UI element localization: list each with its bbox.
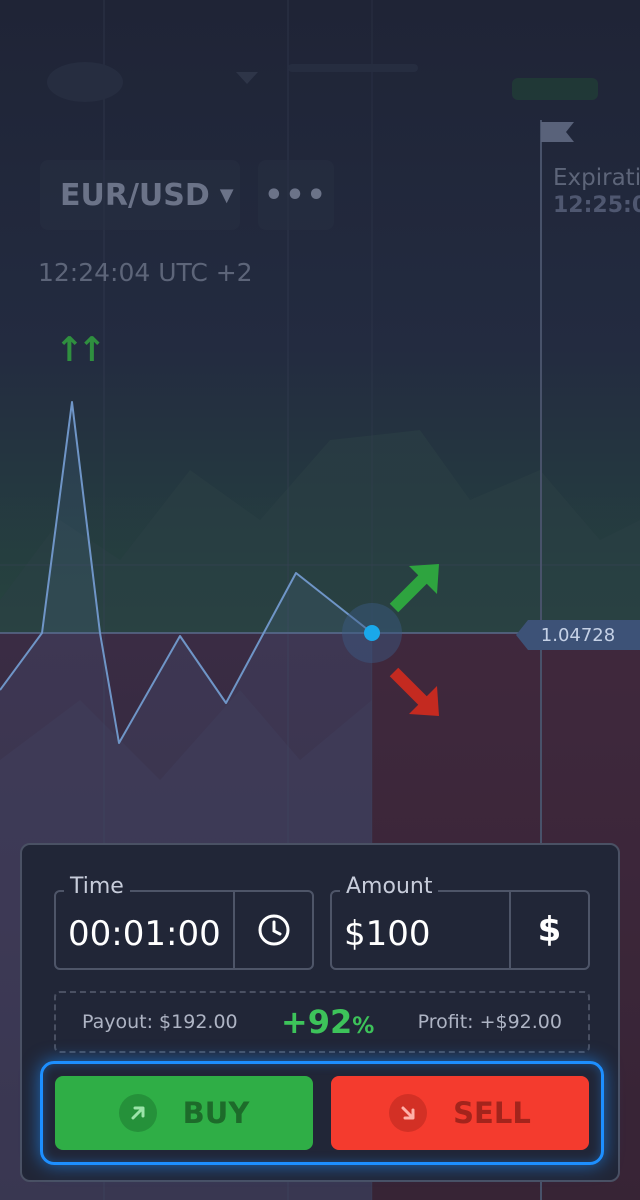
asset-selector[interactable]: EUR/USD ▼ (40, 160, 240, 230)
time-value[interactable]: 00:01:00 (68, 914, 221, 954)
expiration-time: 12:25:0 (553, 193, 640, 218)
payout-percentage: +92% (281, 1003, 374, 1041)
current-price-marker (364, 625, 380, 641)
dollar-icon[interactable]: $ (511, 892, 588, 968)
current-price-tag: 1.04728 (516, 620, 640, 650)
percent-sign: % (352, 1014, 375, 1039)
server-time: 12:24:04 UTC +2 (38, 258, 253, 287)
trade-actions: BUY SELL (40, 1061, 604, 1165)
more-options-button[interactable]: ••• (258, 160, 334, 230)
clock-icon[interactable] (235, 892, 312, 968)
profit-amount: Profit: +$92.00 (417, 1011, 562, 1033)
balance-placeholder (288, 64, 418, 72)
trade-panel: Time 00:01:00 Amount $100 $ Payout: $192… (20, 843, 620, 1182)
amount-field[interactable]: Amount $100 $ (330, 874, 590, 970)
asset-pair-label: EUR/USD (60, 177, 210, 213)
payout-summary: Payout: $192.00 +92% Profit: +$92.00 (54, 991, 590, 1053)
buy-button[interactable]: BUY (55, 1076, 313, 1150)
deposit-button (512, 78, 598, 100)
sell-button[interactable]: SELL (331, 1076, 589, 1150)
sell-button-label: SELL (453, 1096, 531, 1130)
time-field-label: Time (64, 874, 130, 899)
more-icon: ••• (264, 177, 328, 213)
amount-value[interactable]: $100 (344, 914, 431, 954)
time-field[interactable]: Time 00:01:00 (54, 874, 314, 970)
arrow-down-right-icon (389, 1094, 428, 1132)
amount-field-label: Amount (340, 874, 439, 899)
trend-up-icon: ↑↑ (55, 330, 106, 370)
payout-amount: Payout: $192.00 (82, 1011, 238, 1033)
buy-button-label: BUY (182, 1096, 250, 1130)
caret-down-icon: ▼ (219, 184, 234, 206)
expiration-label: Expiratio (553, 165, 640, 191)
avatar (47, 62, 123, 102)
arrow-up-right-icon (118, 1094, 157, 1132)
payout-percentage-value: +92 (280, 1003, 353, 1041)
